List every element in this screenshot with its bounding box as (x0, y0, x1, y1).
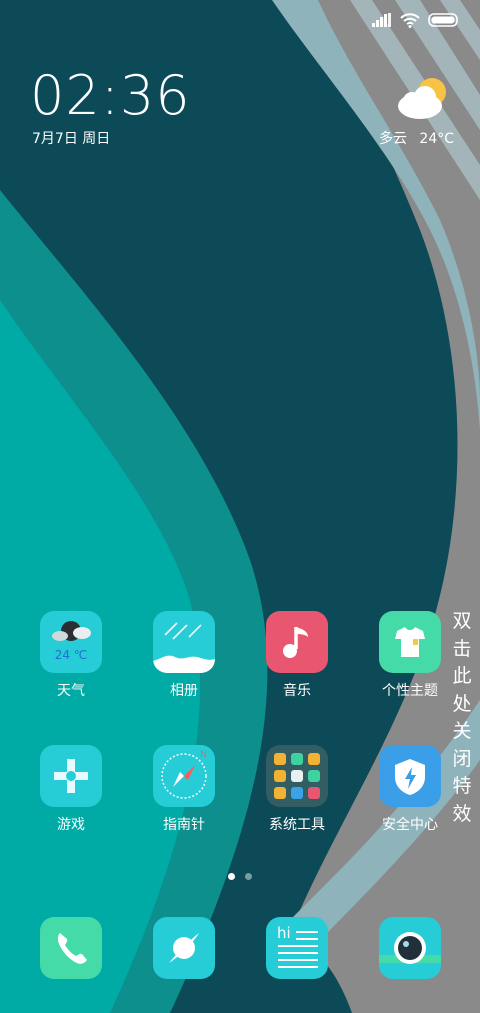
app-label: 天气 (57, 683, 85, 699)
app-label: 指南针 (163, 817, 205, 833)
app-themes[interactable]: 个性主题 (360, 611, 460, 700)
wifi-icon (400, 12, 420, 28)
app-gallery[interactable]: 相册 (134, 611, 234, 700)
security-center-icon (379, 745, 441, 807)
app-music[interactable]: 音乐 (247, 611, 347, 700)
dock-camera[interactable] (360, 917, 460, 979)
notes-hi-text: hi (277, 924, 291, 942)
app-label: 系统工具 (269, 817, 325, 833)
app-games[interactable]: 游戏 (21, 745, 121, 834)
compass-icon: N (153, 745, 215, 807)
app-weather[interactable]: 24 ℃ 天气 (21, 611, 121, 700)
partly-cloudy-icon (398, 78, 446, 119)
app-compass[interactable]: N 指南针 (134, 745, 234, 834)
clock-date: 7月7日 周日 (32, 131, 111, 147)
weather-condition: 多云 (378, 131, 407, 147)
app-label: 安全中心 (382, 817, 438, 833)
app-system-tools-folder[interactable]: 系统工具 (247, 745, 347, 834)
dock-phone[interactable] (21, 917, 121, 979)
app-label: 游戏 (57, 817, 85, 833)
gallery-icon (153, 611, 215, 673)
weather-widget[interactable]: 多云 24°C (364, 70, 454, 150)
dock-notes[interactable]: hi (247, 917, 347, 979)
app-label: 个性主题 (382, 683, 438, 699)
page-dot-2[interactable] (245, 873, 252, 880)
status-bar (372, 8, 460, 32)
dock-browser[interactable] (134, 917, 234, 979)
app-label: 相册 (170, 683, 198, 699)
themes-icon (379, 611, 441, 673)
wallpaper (0, 0, 480, 1013)
weather-temperature: 24°C (419, 131, 454, 147)
page-dot-1[interactable] (228, 873, 235, 880)
compass-north-label: N (200, 750, 207, 760)
games-icon (40, 745, 102, 807)
weather-badge-temp: 24 ℃ (54, 648, 88, 662)
browser-icon (153, 917, 215, 979)
music-icon (266, 611, 328, 673)
notes-icon: hi (266, 917, 328, 979)
phone-icon (40, 917, 102, 979)
toggle-effects-hint[interactable]: 双 击 此 处 关 闭 特 效 (448, 608, 476, 828)
battery-icon (428, 13, 458, 27)
cellular-signal-icon (372, 13, 391, 27)
weather-icon: 24 ℃ (40, 611, 102, 673)
page-indicator[interactable] (228, 873, 252, 880)
system-tools-folder-icon (266, 745, 328, 807)
app-label: 音乐 (283, 683, 311, 699)
camera-icon (379, 917, 441, 979)
clock-time[interactable]: 02:36 (30, 64, 191, 127)
app-security-center[interactable]: 安全中心 (360, 745, 460, 834)
